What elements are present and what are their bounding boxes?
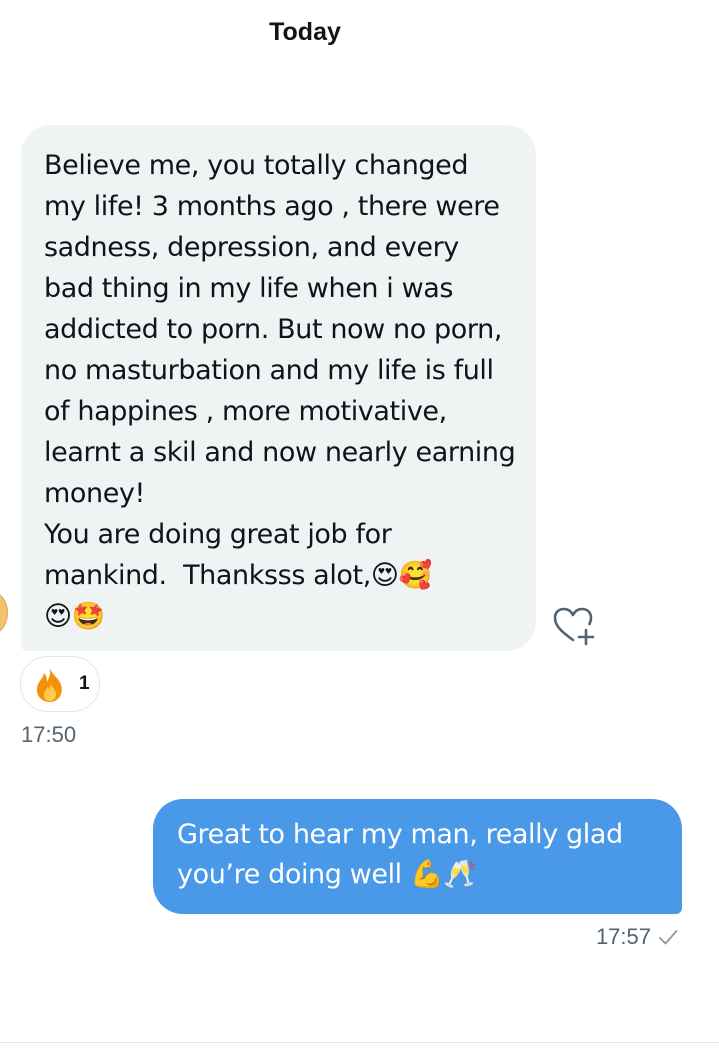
incoming-timestamp: 17:50	[21, 722, 77, 747]
outgoing-message-bubble[interactable]: Great to hear my man, really glad you’re…	[153, 799, 682, 914]
check-icon	[659, 930, 678, 945]
outgoing-timestamp: 17:57	[595, 924, 651, 949]
divider	[0, 1042, 719, 1043]
outgoing-meta: 17:57	[596, 924, 679, 950]
avatar[interactable]	[0, 592, 8, 634]
date-header: Today	[269, 18, 341, 46]
add-reaction-icon[interactable]	[552, 606, 598, 646]
incoming-message-bubble[interactable]: Believe me, you totally changed my life!…	[21, 125, 536, 651]
reaction-count: 1	[79, 673, 90, 694]
reaction-pill[interactable]: 1	[20, 656, 100, 712]
fire-icon	[36, 668, 62, 702]
